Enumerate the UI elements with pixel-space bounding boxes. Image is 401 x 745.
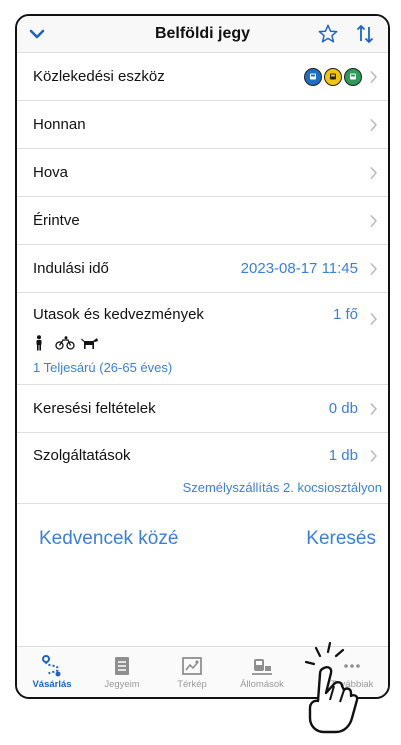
chevron-down-icon[interactable] — [27, 24, 47, 44]
person-icon — [36, 335, 42, 351]
chevron-right-icon — [370, 118, 378, 131]
row-label: Keresési feltételek — [33, 400, 156, 417]
row-transport[interactable]: Közlekedési eszköz — [17, 53, 388, 101]
tap-hand-icon — [304, 641, 359, 734]
chevron-right-icon — [370, 166, 378, 179]
tab-label: Vásárlás — [32, 679, 72, 690]
row-services[interactable]: Szolgáltatások 1 db Személyszállítás 2. … — [17, 433, 388, 504]
star-icon[interactable] — [317, 23, 339, 45]
criteria-value: 0 db — [328, 400, 358, 417]
map-icon — [182, 657, 202, 675]
passengers-value: 1 fő — [332, 306, 358, 323]
bus-icon — [304, 67, 322, 86]
transport-mode-icons — [304, 67, 362, 86]
row-via[interactable]: Érintve — [17, 197, 388, 245]
row-label: Szolgáltatások — [33, 447, 131, 464]
row-label: Honnan — [33, 116, 86, 133]
station-icon — [252, 659, 272, 675]
row-label: Hova — [33, 164, 69, 181]
chevron-right-icon — [370, 70, 378, 83]
row-label: Indulási idő — [33, 260, 109, 277]
phone-frame: Belföldi jegy Közlekedési eszköz Honnan … — [15, 14, 390, 699]
passengers-detail: 1 Teljesárú (26-65 éves) — [33, 360, 173, 375]
search-button[interactable]: Keresés — [306, 528, 376, 550]
tab-label: Térkép — [177, 679, 207, 690]
services-value: 1 db — [328, 447, 358, 464]
add-to-favorites-button[interactable]: Kedvencek közé — [39, 528, 178, 550]
tram-icon — [324, 67, 342, 86]
row-departure[interactable]: Indulási idő 2023-08-17 11:45 — [17, 245, 388, 293]
row-label: Utasok és kedvezmények — [33, 306, 204, 323]
ticket-icon — [115, 657, 129, 675]
tab-label: Jegyeim — [104, 679, 140, 690]
row-label: Közlekedési eszköz — [33, 68, 165, 85]
chevron-right-icon — [370, 214, 378, 227]
departure-value: 2023-08-17 11:45 — [240, 260, 358, 277]
row-from[interactable]: Honnan — [17, 101, 388, 149]
tab-vasarlas[interactable]: Vásárlás — [17, 647, 87, 697]
metro-icon — [344, 67, 362, 86]
bicycle-icon — [55, 336, 75, 350]
tab-jegyeim[interactable]: Jegyeim — [87, 647, 157, 697]
chevron-right-icon — [370, 312, 378, 326]
chevron-right-icon — [370, 449, 378, 463]
dog-icon — [81, 338, 98, 349]
row-search-criteria[interactable]: Keresési feltételek 0 db — [17, 385, 388, 433]
route-icon — [42, 655, 61, 677]
page-title: Belföldi jegy — [154, 25, 251, 42]
tab-label: Állomások — [240, 679, 284, 690]
row-passengers[interactable]: Utasok és kedvezmények 1 fő 1 Teljesárú … — [17, 293, 388, 385]
chevron-right-icon — [370, 262, 378, 275]
nav-bar: Belföldi jegy — [17, 16, 388, 53]
sort-icon[interactable] — [355, 23, 375, 45]
chevron-right-icon — [370, 402, 378, 415]
tab-terkep[interactable]: Térkép — [157, 647, 227, 697]
tab-allomasok[interactable]: Állomások — [227, 647, 297, 697]
row-label: Érintve — [33, 212, 80, 229]
row-to[interactable]: Hova — [17, 149, 388, 197]
services-detail: Személyszállítás 2. kocsiosztályon — [182, 480, 382, 495]
